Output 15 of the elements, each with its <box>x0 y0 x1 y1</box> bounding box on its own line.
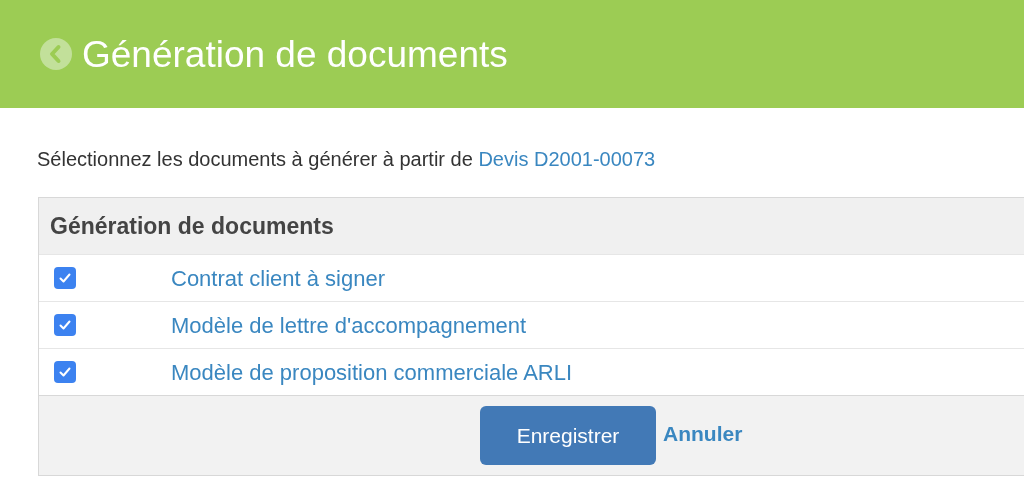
intro-text: Sélectionnez les documents à générer à partir de Devis D2001-00073 <box>37 147 657 172</box>
checkmark-icon <box>58 271 72 285</box>
page-title: Génération de documents <box>82 35 508 73</box>
checkbox[interactable] <box>54 361 76 383</box>
checkbox[interactable] <box>54 267 76 289</box>
document-link[interactable]: Modèle de lettre d'accompagnement <box>171 308 527 342</box>
checkmark-icon <box>58 318 72 332</box>
panel-heading: Génération de documents <box>39 198 1024 254</box>
checkmark-icon <box>58 365 72 379</box>
checkbox[interactable] <box>54 314 76 336</box>
document-link[interactable]: Modèle de proposition commerciale ARLI <box>171 355 573 389</box>
cancel-link[interactable]: Annuler <box>663 417 743 450</box>
document-link[interactable]: Contrat client à signer <box>171 261 385 295</box>
quote-link[interactable]: Devis D2001-00073 <box>478 148 656 170</box>
save-button[interactable]: Enregistrer <box>480 406 656 465</box>
